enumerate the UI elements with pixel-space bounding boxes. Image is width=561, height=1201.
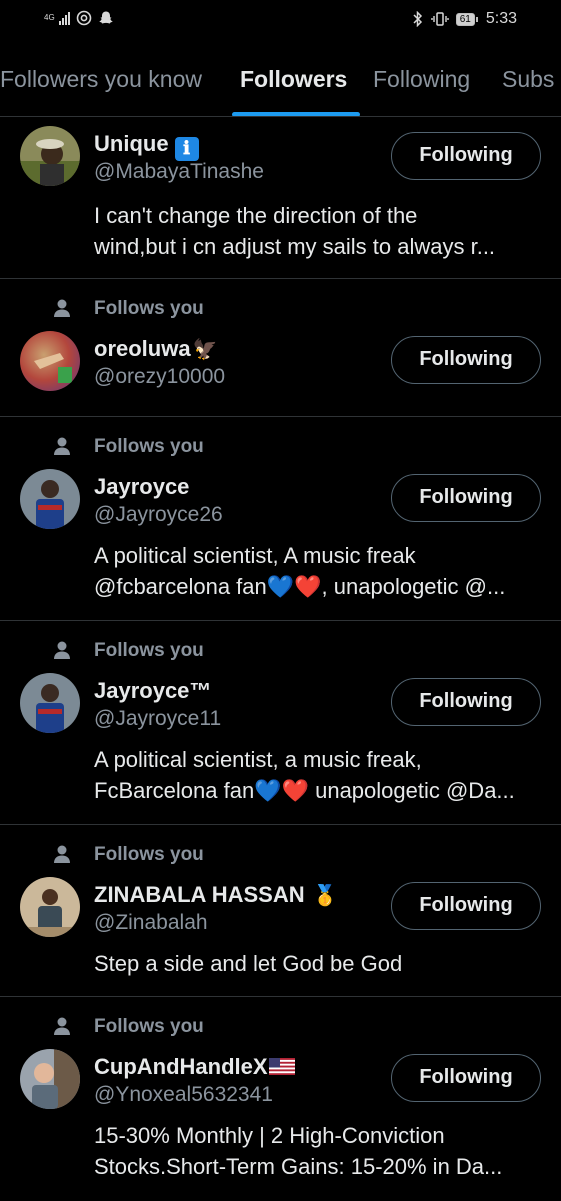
bio-line: FcBarcelona fan💙❤️ unapologetic @Da... <box>94 778 515 803</box>
tab-followers-you-know[interactable]: Followers you know <box>0 66 202 93</box>
avatar[interactable] <box>20 1049 80 1109</box>
avatar[interactable] <box>20 469 80 529</box>
snapchat-icon <box>98 11 113 24</box>
bio-line: I can't change the direction of the <box>94 203 418 228</box>
username[interactable]: @Ynoxeal5632341 <box>94 1083 273 1107</box>
display-name[interactable]: ZINABALA HASSAN 🥇 <box>94 882 338 908</box>
following-button[interactable]: Following <box>391 678 541 726</box>
bio: I can't change the direction of the wind… <box>94 200 540 262</box>
clock: 5:33 <box>485 10 517 27</box>
username[interactable]: @MabayaTinashe <box>94 160 264 184</box>
list-item[interactable]: Follows you Jayroyce™ @Jayroyce11 Follow… <box>0 621 561 825</box>
bio: Step a side and let God be God <box>94 948 540 979</box>
tab-bar: Followers you know Followers Following S… <box>0 52 561 117</box>
bio-line: A political scientist, A music freak <box>94 543 416 568</box>
at-icon <box>76 10 91 26</box>
display-name[interactable]: oreoluwa 🦅 <box>94 336 217 362</box>
follows-you-label: Follows you <box>94 436 204 457</box>
username[interactable]: @orezy10000 <box>94 365 225 389</box>
following-button[interactable]: Following <box>391 882 541 930</box>
us-flag-icon <box>268 1058 295 1075</box>
bio-line: wind,but i cn adjust my sails to always … <box>94 234 496 259</box>
tab-subscriptions[interactable]: Subs <box>502 66 554 93</box>
name-text: ZINABALA HASSAN <box>94 882 305 907</box>
bio-line: 15-30% Monthly | 2 High-Conviction <box>94 1123 445 1148</box>
display-name[interactable]: Unique ℹ <box>94 131 199 161</box>
list-item[interactable]: Follows you oreoluwa 🦅 @orezy10000 Follow… <box>0 279 561 417</box>
person-icon <box>54 845 70 863</box>
username[interactable]: @Zinabalah <box>94 911 208 935</box>
person-icon <box>54 299 70 317</box>
bio-line: A political scientist, a music freak, <box>94 747 422 772</box>
following-button[interactable]: Following <box>391 474 541 522</box>
avatar[interactable] <box>20 126 80 186</box>
name-text: oreoluwa <box>94 336 191 361</box>
bio-line: Stocks.Short-Term Gains: 15-20% in Da... <box>94 1154 503 1179</box>
bio-line: @fcbarcelona fan💙❤️, unapologetic @... <box>94 574 506 599</box>
display-name[interactable]: CupAndHandleX <box>94 1054 295 1080</box>
followers-list: Unique ℹ @MabayaTinashe Following I can't… <box>0 117 561 1201</box>
follows-you-label: Follows you <box>94 844 204 865</box>
username[interactable]: @Jayroyce26 <box>94 503 223 527</box>
following-button[interactable]: Following <box>391 132 541 180</box>
vibrate-icon <box>431 12 449 26</box>
battery-icon: 61 <box>455 12 479 26</box>
following-button[interactable]: Following <box>391 1054 541 1102</box>
list-item[interactable]: Unique ℹ @MabayaTinashe Following I can't… <box>0 117 561 279</box>
tab-followers[interactable]: Followers <box>240 66 347 93</box>
bio-line: Step a side and let God be God <box>94 951 403 976</box>
bio: 15-30% Monthly | 2 High-Conviction Stock… <box>94 1120 540 1182</box>
status-bar: 4G 61 5:33 <box>0 0 561 40</box>
list-item[interactable]: Follows you Jayroyce @Jayroyce26 Followi… <box>0 417 561 621</box>
avatar[interactable] <box>20 331 80 391</box>
person-icon <box>54 1017 70 1035</box>
list-item[interactable]: Follows you CupAndHandleX @Ynoxeal563234… <box>0 997 561 1201</box>
gold-medal-emoji: 🥇 <box>312 885 338 907</box>
network-type: 4G <box>44 13 55 22</box>
eagle-emoji: 🦅 <box>192 339 218 361</box>
tab-following[interactable]: Following <box>373 66 470 93</box>
bio: A political scientist, A music freak @fc… <box>94 540 540 602</box>
name-text: Unique <box>94 131 169 156</box>
display-name[interactable]: Jayroyce <box>94 474 189 500</box>
bluetooth-icon <box>413 11 422 27</box>
avatar[interactable] <box>20 877 80 937</box>
signal-icon <box>58 11 70 25</box>
display-name[interactable]: Jayroyce™ <box>94 678 211 704</box>
person-icon <box>54 641 70 659</box>
info-badge-icon: ℹ <box>174 137 199 161</box>
name-text: CupAndHandleX <box>94 1054 268 1079</box>
bio: A political scientist, a music freak, Fc… <box>94 744 540 806</box>
follows-you-label: Follows you <box>94 1016 204 1037</box>
following-button[interactable]: Following <box>391 336 541 384</box>
avatar[interactable] <box>20 673 80 733</box>
follows-you-label: Follows you <box>94 298 204 319</box>
person-icon <box>54 437 70 455</box>
username[interactable]: @Jayroyce11 <box>94 707 221 731</box>
follows-you-label: Follows you <box>94 640 204 661</box>
list-item[interactable]: Follows you ZINABALA HASSAN 🥇 @Zinabalah… <box>0 825 561 997</box>
